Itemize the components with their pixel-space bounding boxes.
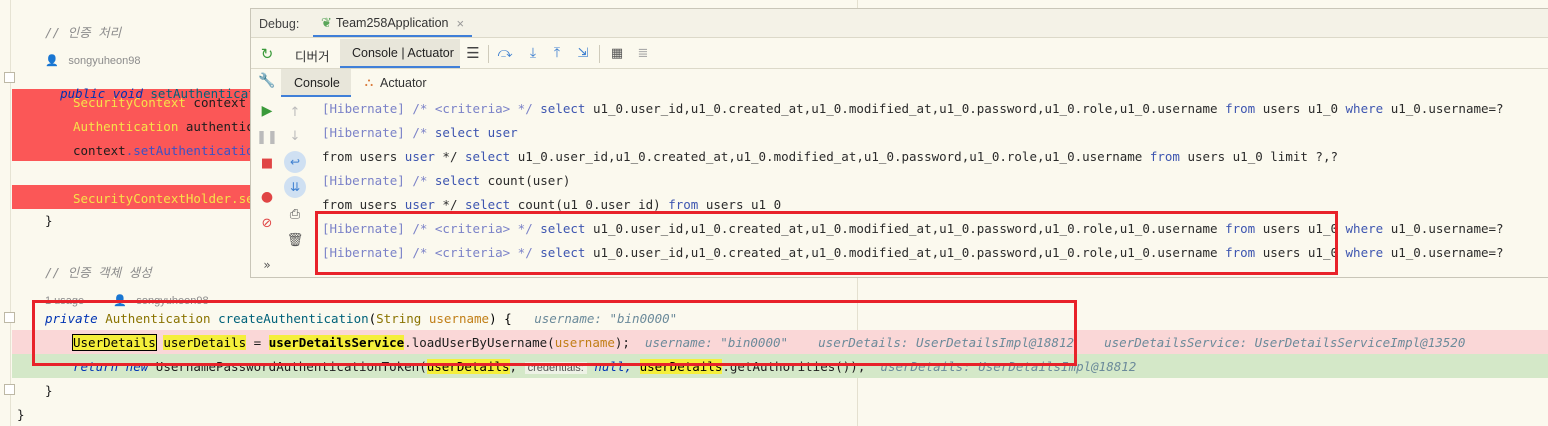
more-icon[interactable]: » — [257, 257, 277, 273]
inline-debug-value: userDetailsService: UserDetailsServiceIm… — [1104, 335, 1466, 350]
toolbar-separator — [488, 45, 489, 63]
console-text: u1_0.user_id,u1_0.created_at,u1_0.modifi… — [510, 149, 1150, 164]
rerun-icon[interactable]: ↻ — [257, 44, 277, 64]
soft-wrap-icon[interactable]: ↩ — [284, 151, 306, 173]
annotation-box — [32, 300, 1077, 366]
scroll-to-end-icon[interactable]: ⇊ — [284, 176, 306, 198]
pause-icon[interactable]: ❚❚ — [256, 127, 278, 147]
code-comment: // 인증 객체 생성 — [45, 265, 152, 280]
console-text: u1_0.username=? — [1383, 245, 1504, 260]
console-text: u1_0.user_id,u1_0.created_at,u1_0.modifi… — [585, 101, 1226, 116]
subtab-label: Console — [294, 76, 340, 90]
code-line[interactable]: Authentication authentica — [73, 119, 261, 134]
trace-icon[interactable]: ≣ — [634, 44, 652, 62]
debug-label: Debug: — [259, 17, 300, 31]
actuator-icon: ⛬ — [364, 74, 374, 89]
code-text: context — [73, 143, 126, 158]
author-name: songyuheon98 — [68, 55, 141, 67]
stop-icon[interactable]: ■ — [257, 153, 277, 173]
step-into-icon[interactable]: ⤓ — [524, 44, 542, 62]
closing-brace: } — [17, 407, 25, 422]
mute-breakpoints-icon[interactable]: ⊘ — [257, 213, 277, 233]
closing-brace: } — [45, 383, 53, 398]
step-over-icon[interactable]: ⤼ — [496, 44, 514, 62]
console-text: from — [668, 197, 699, 212]
type-name: Authentication — [73, 119, 179, 134]
console-text: where — [1345, 221, 1384, 236]
fold-icon[interactable] — [4, 384, 15, 395]
console-text: select — [540, 101, 586, 116]
console-text: select — [465, 149, 511, 164]
console-text: select — [465, 197, 511, 212]
console-text: count(u1_0.user_id) — [510, 197, 669, 212]
resume-icon[interactable]: ▶ — [257, 101, 277, 121]
up-arrow-icon[interactable]: ↑ — [286, 103, 304, 121]
tab-run-config[interactable]: ❦ Team258Application × — [313, 11, 473, 37]
console-text: users u1_0 — [1255, 101, 1346, 116]
console-text: users u1_0 — [698, 197, 782, 212]
trash-icon[interactable]: 🗑 — [286, 231, 304, 249]
console-text: u1_0.username=? — [1383, 221, 1504, 236]
tab-label: Team258Application — [335, 16, 449, 30]
run-to-cursor-icon[interactable]: ⇲ — [574, 44, 592, 62]
code-text: authentica — [178, 119, 262, 134]
hibernate-tag: [Hibernate] — [322, 173, 405, 188]
tab-debugger[interactable]: 디버거 — [295, 46, 330, 65]
console-text: where — [1345, 245, 1384, 260]
console-text: select — [434, 173, 481, 188]
console-text: select — [434, 125, 481, 140]
console-text: user — [404, 197, 435, 212]
table-icon[interactable]: ▦ — [608, 44, 626, 62]
code-line[interactable]: SecurityContextHolder.setC — [73, 191, 269, 206]
code-line[interactable]: context.setAuthentication — [73, 143, 261, 158]
view-breakpoints-icon[interactable]: ● — [257, 187, 277, 207]
console-text: from users — [322, 197, 405, 212]
user-icon: 👤 — [45, 55, 59, 67]
console-text: users u1_0 limit ?,? — [1179, 149, 1339, 164]
annotation-box — [315, 211, 1338, 275]
wrench-icon[interactable]: 🔧 — [257, 71, 277, 91]
tab-label: Console | Actuator — [352, 46, 454, 60]
console-text: /* <criteria> */ — [404, 101, 541, 116]
console-text: */ — [434, 149, 466, 164]
menu-icon[interactable]: ☰ — [464, 44, 482, 62]
fold-icon[interactable] — [4, 72, 15, 83]
code-line[interactable]: SecurityContext context = — [73, 95, 269, 110]
console-text: where — [1345, 101, 1384, 116]
closing-brace: } — [45, 213, 53, 228]
spring-leaf-icon: ❦ — [321, 15, 332, 31]
console-text: user — [480, 125, 518, 140]
toolbar-separator — [599, 45, 600, 63]
hibernate-tag: [Hibernate] — [322, 101, 405, 116]
console-text: */ — [434, 197, 466, 212]
code-comment: // 인증 처리 — [45, 25, 122, 40]
fold-icon[interactable] — [4, 312, 15, 323]
console-text: u1_0.username=? — [1383, 101, 1504, 116]
console-text: from users — [322, 149, 405, 164]
console-text: from — [1225, 101, 1256, 116]
hibernate-tag: [Hibernate] — [322, 125, 405, 140]
console-line[interactable]: from users user */ select u1_0.user_id,u… — [322, 145, 1338, 169]
console-line[interactable]: [Hibernate] /* <criteria> */ select u1_0… — [322, 97, 1504, 121]
subtab-actuator[interactable]: Actuator — [380, 76, 427, 90]
console-text: count(user) — [480, 173, 571, 188]
console-text: /* — [404, 173, 435, 188]
author-hint: 👤 songyuheon98 — [45, 49, 141, 68]
console-line[interactable]: [Hibernate] /* select count(user) — [322, 169, 570, 193]
print-icon[interactable]: ⎙ — [286, 205, 304, 223]
console-line[interactable]: [Hibernate] /* select user — [322, 121, 518, 145]
step-out-icon[interactable]: ⤒ — [548, 44, 566, 62]
console-text: user — [404, 149, 435, 164]
close-icon[interactable]: × — [456, 16, 464, 31]
console-text: /* — [404, 125, 435, 140]
console-text: from — [1149, 149, 1180, 164]
type-name: SecurityContext — [73, 95, 186, 110]
code-text: .setAuthentication — [125, 143, 262, 158]
down-arrow-icon[interactable]: ↓ — [286, 127, 304, 145]
